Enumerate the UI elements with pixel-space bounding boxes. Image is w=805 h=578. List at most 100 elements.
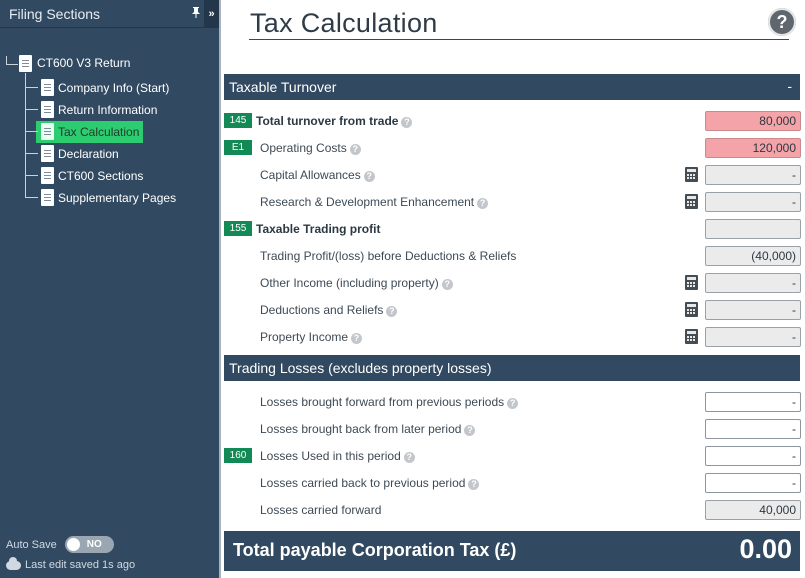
sidebar-title: Filing Sections <box>9 5 101 22</box>
last-edit-status: Last edit saved 1s ago <box>6 556 136 571</box>
collapse-section-button[interactable]: - <box>787 78 792 94</box>
help-icon[interactable]: ? <box>351 333 363 344</box>
row-label-text: Losses brought forward from previous per… <box>260 395 505 409</box>
section-title: Taxable Turnover <box>229 79 337 95</box>
row-taxable-trading-profit: 155 Taxable Trading profit <box>224 219 801 241</box>
calculator-icon[interactable] <box>685 275 698 290</box>
last-edit-text: Last edit saved 1s ago <box>25 559 136 571</box>
row-label: Total turnover from trade? <box>256 114 413 128</box>
box-code-badge: 160 <box>224 448 252 463</box>
sidebar-item-supplementary-pages[interactable]: Supplementary Pages <box>0 187 219 209</box>
calculator-icon[interactable] <box>685 329 698 344</box>
row-research-development: Research & Development Enhancement? - <box>224 192 801 214</box>
row-label: Losses brought back from later period? <box>260 422 476 436</box>
sidebar-item-company-info[interactable]: Company Info (Start) <box>0 77 219 99</box>
row-label-text: Property Income <box>260 330 349 344</box>
sidebar-item-return-information[interactable]: Return Information <box>0 99 219 121</box>
row-label-text: Losses brought back from later period <box>260 422 462 436</box>
collapse-sidebar-button[interactable]: » <box>204 0 219 28</box>
help-icon[interactable]: ? <box>349 144 361 155</box>
help-icon[interactable]: ? <box>441 279 453 290</box>
tree-connector <box>25 87 38 88</box>
losses-carried-forward-field: 40,000 <box>705 500 801 520</box>
other-income-field[interactable]: - <box>705 273 801 293</box>
autosave-toggle[interactable]: NO <box>64 536 114 553</box>
sidebar-item-tax-calculation[interactable]: Tax Calculation <box>0 121 219 143</box>
row-label: Losses carried forward <box>260 503 382 517</box>
row-losses-brought-forward: Losses brought forward from previous per… <box>224 392 801 414</box>
tree-connector <box>25 109 38 110</box>
help-icon[interactable]: ? <box>363 171 375 182</box>
row-label-text: Deductions and Reliefs <box>260 303 384 317</box>
help-icon[interactable]: ? <box>507 398 519 409</box>
rd-enhancement-field[interactable]: - <box>705 192 801 212</box>
help-icon[interactable]: ? <box>403 452 415 463</box>
help-icon[interactable]: ? <box>464 425 476 436</box>
section-header-trading-losses[interactable]: Trading Losses (excludes property losses… <box>224 355 800 381</box>
sidebar-item-label: Return Information <box>58 103 158 117</box>
filing-sections-sidebar: Filing Sections » CT600 V3 Return Compan… <box>0 0 219 578</box>
total-label: Total payable Corporation Tax (£) <box>233 540 517 560</box>
tree-connector <box>25 131 38 132</box>
row-losses-carried-back: Losses carried back to previous period? … <box>224 473 801 495</box>
help-icon[interactable]: ? <box>468 479 480 490</box>
document-icon <box>41 101 54 118</box>
calculator-icon[interactable] <box>685 167 698 182</box>
row-total-turnover: 145 Total turnover from trade? 80,000 <box>224 111 801 133</box>
autosave-label: Auto Save <box>6 538 57 551</box>
row-label: Trading Profit/(loss) before Deductions … <box>260 249 517 263</box>
document-icon <box>19 55 32 72</box>
row-losses-brought-back: Losses brought back from later period? - <box>224 419 801 441</box>
document-icon <box>41 167 54 184</box>
main-content: Tax Calculation ? Taxable Turnover - 145… <box>219 0 805 578</box>
row-label: Losses Used in this period? <box>260 449 415 463</box>
tree-connector <box>25 197 38 198</box>
tree-connector <box>25 175 38 176</box>
box-code-badge: E1 <box>224 140 252 155</box>
row-trading-profit-before-deductions: Trading Profit/(loss) before Deductions … <box>224 246 801 268</box>
losses-used-input[interactable]: - <box>705 446 801 466</box>
row-losses-used: 160 Losses Used in this period? - <box>224 446 801 468</box>
tree-connector <box>6 56 18 65</box>
calculator-icon[interactable] <box>685 194 698 209</box>
help-icon[interactable]: ? <box>477 198 489 209</box>
row-operating-costs: E1 Operating Costs? 120,000 <box>224 138 801 160</box>
calculator-icon[interactable] <box>685 302 698 317</box>
box-code-badge: 145 <box>224 113 252 128</box>
losses-brought-back-input[interactable]: - <box>705 419 801 439</box>
capital-allowances-field[interactable]: - <box>705 165 801 185</box>
losses-brought-forward-input[interactable]: - <box>705 392 801 412</box>
tree-connector <box>25 153 38 154</box>
operating-costs-field[interactable]: 120,000 <box>705 138 801 158</box>
title-divider <box>249 39 789 40</box>
row-label-text: Operating Costs <box>260 141 347 155</box>
sidebar-item-declaration[interactable]: Declaration <box>0 143 219 165</box>
sidebar-item-label: Tax Calculation <box>58 125 140 139</box>
row-other-income: Other Income (including property)? - <box>224 273 801 295</box>
sidebar-item-ct600-sections[interactable]: CT600 Sections <box>0 165 219 187</box>
losses-carried-back-input[interactable]: - <box>705 473 801 493</box>
sidebar-item-label: Supplementary Pages <box>58 191 177 205</box>
section-title: Trading Losses (excludes property losses… <box>229 360 492 376</box>
sidebar-item-label: Company Info (Start) <box>58 81 170 95</box>
sidebar-item-label: CT600 Sections <box>58 169 144 183</box>
sidebar-header: Filing Sections » <box>0 0 219 28</box>
document-icon <box>41 79 54 96</box>
total-turnover-field[interactable]: 80,000 <box>705 111 801 131</box>
row-label: Losses brought forward from previous per… <box>260 395 519 409</box>
cloud-icon <box>6 556 21 570</box>
deductions-reliefs-field[interactable]: - <box>705 300 801 320</box>
row-label: Operating Costs? <box>260 141 361 155</box>
section-header-taxable-turnover[interactable]: Taxable Turnover - <box>224 74 800 100</box>
row-label: Losses carried back to previous period? <box>260 476 480 490</box>
row-label-text: Losses Used in this period <box>260 449 401 463</box>
box-code-badge: 155 <box>224 221 252 236</box>
help-icon[interactable]: ? <box>386 306 398 317</box>
pin-icon[interactable] <box>190 6 202 21</box>
document-icon <box>41 145 54 162</box>
sidebar-item-label: Declaration <box>58 147 119 161</box>
property-income-field[interactable]: - <box>705 327 801 347</box>
help-icon[interactable]: ? <box>401 117 413 128</box>
row-label: Deductions and Reliefs? <box>260 303 398 317</box>
help-button[interactable]: ? <box>768 8 796 36</box>
